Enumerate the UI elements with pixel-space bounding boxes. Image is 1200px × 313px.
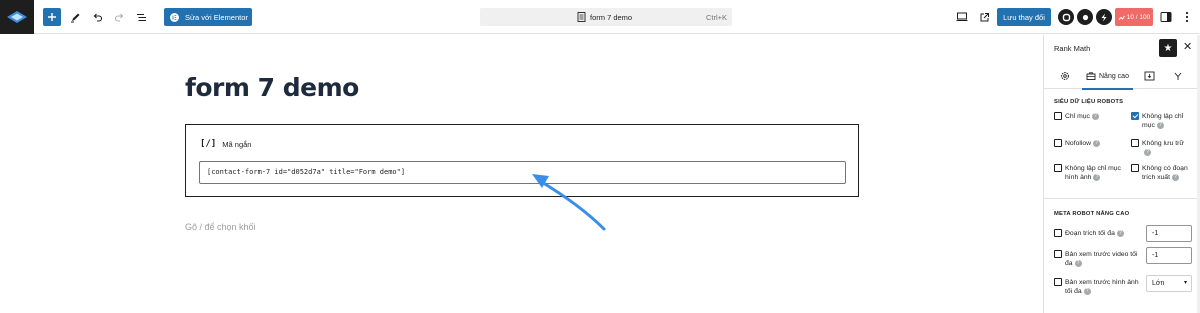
external-link-icon bbox=[980, 12, 989, 21]
checkbox[interactable] bbox=[1054, 250, 1062, 258]
robots-index-label: Chỉ mục bbox=[1065, 113, 1090, 120]
social-icon bbox=[1174, 72, 1182, 80]
seo-icon[interactable] bbox=[1077, 9, 1093, 25]
editor-canvas: form 7 demo [/] Mã ngắn [contact-form-7 … bbox=[0, 35, 1043, 313]
wordpress-logo-icon[interactable] bbox=[0, 0, 34, 34]
pin-sidebar-button[interactable]: ★ bbox=[1159, 39, 1177, 57]
sidebar-toggle-icon bbox=[1160, 12, 1172, 22]
checkbox[interactable] bbox=[1054, 164, 1062, 172]
max-image-preview-select[interactable]: Lớn ▾ bbox=[1146, 275, 1192, 292]
settings-sidebar-toggle[interactable] bbox=[1157, 8, 1175, 26]
checkbox[interactable] bbox=[1054, 278, 1062, 286]
pen-icon bbox=[70, 13, 79, 22]
shortcode-icon: [/] bbox=[200, 139, 217, 149]
briefcase-icon bbox=[1086, 72, 1096, 80]
shortcode-input[interactable]: [contact-form-7 id="d052d7a" title="Form… bbox=[199, 161, 846, 184]
robots-nosnippet-label: Không có đoạn trích xuất bbox=[1142, 165, 1188, 181]
help-icon[interactable]: ? bbox=[1093, 139, 1101, 147]
close-icon: ✕ bbox=[1183, 41, 1193, 53]
rank-math-sidebar: Rank Math ★ ✕ Nâng cao SIÊU DỮ LIỆU ROBO… bbox=[1043, 35, 1200, 313]
rank-math-icon[interactable] bbox=[1058, 9, 1074, 25]
help-icon[interactable]: ? bbox=[1093, 173, 1101, 181]
block-editor: Sửa với Elementor form 7 demo Ctrl+K Lưu… bbox=[0, 0, 1200, 313]
sidebar-tabs: Nâng cao bbox=[1044, 61, 1200, 90]
section-divider bbox=[1044, 198, 1200, 199]
save-button[interactable]: Lưu thay đổi bbox=[997, 8, 1051, 26]
help-icon[interactable]: ? bbox=[1156, 121, 1164, 129]
shortcode-block[interactable]: [/] Mã ngắn [contact-form-7 id="d052d7a"… bbox=[185, 124, 859, 197]
close-sidebar-button[interactable]: ✕ bbox=[1183, 40, 1192, 53]
add-block-button[interactable] bbox=[43, 8, 61, 26]
max-image-preview-value: Lớn bbox=[1152, 280, 1165, 287]
redo-button[interactable] bbox=[110, 8, 128, 26]
sidebar-title: Rank Math bbox=[1054, 44, 1091, 53]
undo-button[interactable] bbox=[88, 8, 106, 26]
view-post-button[interactable] bbox=[975, 8, 993, 26]
seo-score-badge[interactable]: 10 / 100 bbox=[1115, 8, 1153, 26]
list-view-icon bbox=[136, 13, 146, 21]
checkbox[interactable] bbox=[1054, 139, 1062, 147]
elementor-button-label: Sửa với Elementor bbox=[185, 12, 248, 22]
editor-toolbar: Sửa với Elementor form 7 demo Ctrl+K Lưu… bbox=[0, 0, 1200, 34]
options-button[interactable] bbox=[1178, 8, 1196, 26]
advanced-robots-section-title: META ROBOT NÂNG CAO bbox=[1054, 211, 1130, 217]
checkbox[interactable] bbox=[1131, 164, 1139, 172]
post-title[interactable]: form 7 demo bbox=[185, 73, 359, 102]
rank-math-score-icon bbox=[1118, 15, 1125, 20]
max-image-preview-label: Bản xem trước hình ảnh tối đa bbox=[1065, 279, 1139, 295]
undo-icon bbox=[93, 13, 102, 22]
more-vertical-icon bbox=[1185, 11, 1189, 23]
gear-icon bbox=[1061, 72, 1069, 80]
elementor-icon bbox=[170, 12, 179, 22]
document-title: form 7 demo bbox=[590, 13, 633, 22]
tools-button[interactable] bbox=[66, 8, 84, 26]
help-icon[interactable]: ? bbox=[1083, 287, 1091, 295]
star-icon: ★ bbox=[1163, 42, 1173, 54]
tab-social[interactable] bbox=[1173, 69, 1183, 83]
seo-score: 10 / 100 bbox=[1126, 13, 1151, 21]
robots-section-title: SIÊU DỮ LIỆU ROBOTS bbox=[1054, 99, 1124, 105]
checkbox[interactable] bbox=[1131, 112, 1139, 120]
shortcode-block-label: [/] Mã ngắn bbox=[200, 139, 251, 149]
shortcode-label: Mã ngắn bbox=[222, 139, 252, 149]
lightning-icon[interactable] bbox=[1096, 9, 1112, 25]
redo-icon bbox=[114, 13, 123, 22]
help-icon[interactable]: ? bbox=[1116, 229, 1124, 237]
list-view-button[interactable] bbox=[132, 8, 150, 26]
schema-icon bbox=[1144, 71, 1155, 81]
help-icon[interactable]: ? bbox=[1074, 259, 1082, 267]
help-icon[interactable]: ? bbox=[1171, 173, 1179, 181]
document-icon bbox=[577, 12, 586, 22]
tab-schema[interactable] bbox=[1144, 69, 1155, 83]
help-icon[interactable]: ? bbox=[1091, 112, 1099, 120]
desktop-icon bbox=[956, 12, 968, 21]
preview-device-button[interactable] bbox=[953, 8, 971, 26]
max-video-preview-input[interactable]: -1 bbox=[1146, 247, 1192, 264]
sidebar-header: Rank Math ★ ✕ bbox=[1044, 35, 1200, 61]
tab-advanced-label: Nâng cao bbox=[1099, 72, 1129, 80]
checkbox[interactable] bbox=[1054, 229, 1062, 237]
tab-advanced[interactable]: Nâng cao bbox=[1082, 69, 1133, 90]
tab-general[interactable] bbox=[1060, 69, 1070, 83]
block-appender-placeholder[interactable]: Gõ / để chọn khối bbox=[185, 222, 256, 232]
edit-with-elementor-button[interactable]: Sửa với Elementor bbox=[164, 8, 252, 26]
command-shortcut: Ctrl+K bbox=[705, 13, 727, 22]
document-bar[interactable]: form 7 demo Ctrl+K bbox=[480, 8, 732, 26]
checkbox[interactable] bbox=[1131, 139, 1139, 147]
checkbox[interactable] bbox=[1054, 112, 1062, 120]
plus-icon bbox=[48, 13, 56, 21]
max-snippet-label: Đoạn trích tối đa bbox=[1065, 230, 1115, 237]
robots-noarchive-label: Không lưu trữ bbox=[1142, 140, 1184, 147]
help-icon[interactable]: ? bbox=[1144, 148, 1151, 156]
chevron-down-icon: ▾ bbox=[1183, 280, 1187, 286]
robots-nofollow-label: Nofollow bbox=[1065, 140, 1092, 147]
max-snippet-input[interactable]: -1 bbox=[1146, 225, 1192, 242]
